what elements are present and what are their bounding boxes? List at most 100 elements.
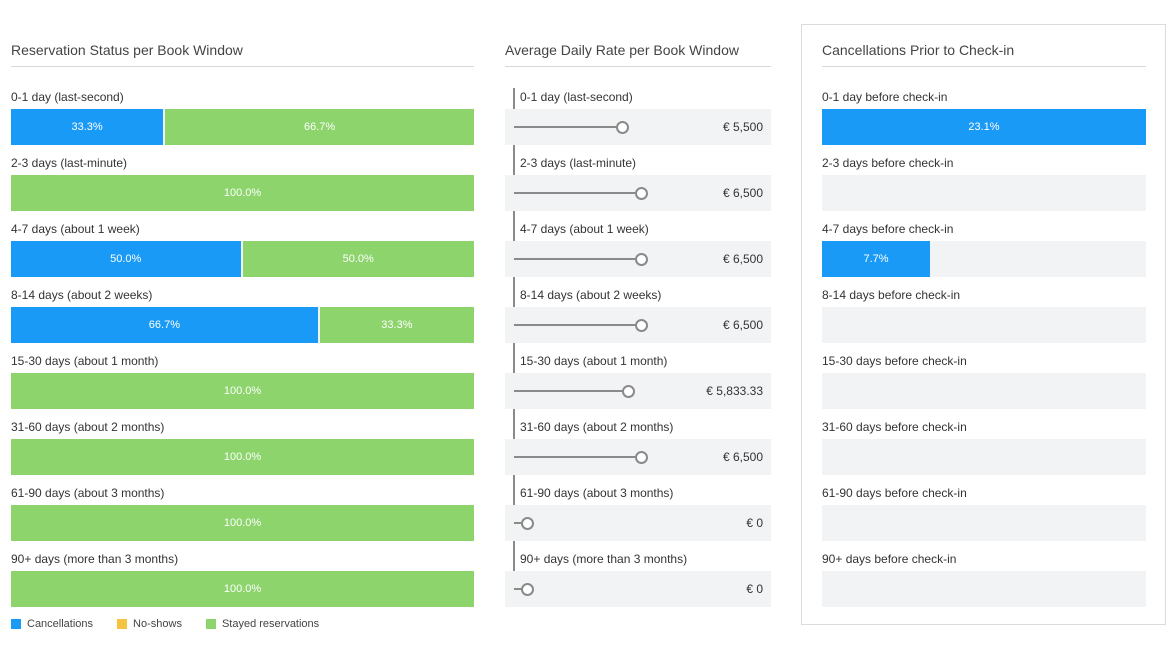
- cancellation-bar[interactable]: 23.1%: [822, 109, 1146, 145]
- status-bar-track: 50.0% 50.0%: [11, 241, 474, 277]
- bar-value-label: 50.0%: [110, 253, 142, 265]
- legend-swatch: [205, 619, 216, 629]
- rate-row-track: € 0: [505, 571, 771, 607]
- category-label: 8-14 days before check-in: [822, 288, 961, 302]
- stayed-reservations-bar[interactable]: 33.3%: [319, 307, 474, 343]
- rate-point[interactable]: [521, 517, 534, 530]
- rate-value-label: € 6,500: [722, 252, 763, 266]
- rate-value-label: € 0: [746, 582, 763, 596]
- category-label: 90+ days before check-in: [822, 552, 957, 566]
- stayed-reservations-bar[interactable]: 50.0%: [242, 241, 474, 277]
- cancellation-bar-track: 7.7%: [822, 241, 1146, 277]
- category-label: 2-3 days (last-minute): [11, 156, 128, 170]
- rate-value-label: € 0: [746, 516, 763, 530]
- status-bar-track: 100.0%: [11, 439, 474, 475]
- rate-point[interactable]: [521, 583, 534, 596]
- legend-item[interactable]: Stayed reservations: [205, 618, 320, 630]
- rate-stem: [514, 126, 621, 128]
- stayed-reservations-bar[interactable]: 100.0%: [11, 373, 474, 409]
- average-daily-rate-title: Average Daily Rate per Book Window: [505, 42, 739, 58]
- bar-value-label: 23.1%: [968, 121, 1000, 133]
- category-label: 8-14 days (about 2 weeks): [520, 288, 662, 302]
- legend-item[interactable]: Cancellations: [11, 618, 93, 630]
- category-label: 8-14 days (about 2 weeks): [11, 288, 153, 302]
- rate-stem: [514, 522, 522, 524]
- stayed-reservations-bar[interactable]: 66.7%: [165, 109, 474, 145]
- category-label: 90+ days (more than 3 months): [11, 552, 179, 566]
- status-bar-track: 100.0%: [11, 373, 474, 409]
- cancellation-bar[interactable]: 7.7%: [822, 241, 930, 277]
- legend-label: Cancellations: [27, 618, 94, 630]
- divider: [505, 66, 771, 67]
- bar-value-label: 100.0%: [223, 187, 262, 199]
- bar-value-label: 33.3%: [71, 121, 103, 133]
- category-label: 4-7 days (about 1 week): [11, 222, 140, 236]
- bar-value-label: 66.7%: [303, 121, 336, 133]
- rate-stem: [514, 456, 640, 458]
- cancellation-bar-track: [822, 307, 1146, 343]
- cancellation-bar-track: [822, 373, 1146, 409]
- rate-point[interactable]: [635, 451, 648, 464]
- stayed-reservations-bar[interactable]: 100.0%: [11, 571, 474, 607]
- rate-value-label: € 5,833.33: [706, 384, 763, 398]
- bar-value-label: 50.0%: [342, 253, 374, 265]
- stayed-reservations-bar[interactable]: 100.0%: [11, 175, 474, 211]
- category-label: 31-60 days before check-in: [822, 420, 967, 434]
- legend-swatch: [11, 619, 21, 629]
- status-bar-track: 100.0%: [11, 505, 474, 541]
- category-label: 2-3 days (last-minute): [520, 156, 637, 170]
- legend-label: Stayed reservations: [221, 618, 320, 630]
- bar-value-label: 100.0%: [223, 517, 262, 529]
- stayed-reservations-bar[interactable]: 100.0%: [11, 439, 474, 475]
- category-label: 61-90 days before check-in: [822, 486, 967, 500]
- status-bar-track: 66.7% 33.3%: [11, 307, 474, 343]
- cancellations-bar[interactable]: 66.7%: [11, 307, 318, 343]
- reservation-status-title: Reservation Status per Book Window: [11, 42, 243, 58]
- category-label: 15-30 days (about 1 month): [520, 354, 668, 368]
- category-label: 15-30 days before check-in: [822, 354, 967, 368]
- legend-swatch: [117, 619, 128, 629]
- cancellation-bar-track: [822, 439, 1146, 475]
- divider: [822, 66, 1146, 67]
- category-label: 31-60 days (about 2 months): [520, 420, 674, 434]
- rate-point[interactable]: [635, 187, 648, 200]
- rate-value-label: € 6,500: [722, 186, 763, 200]
- cancellations-bar[interactable]: 50.0%: [11, 241, 241, 277]
- rate-point[interactable]: [635, 319, 648, 332]
- divider: [11, 66, 474, 67]
- stayed-reservations-bar[interactable]: 100.0%: [11, 505, 474, 541]
- rate-value-label: € 6,500: [722, 318, 763, 332]
- category-label: 4-7 days (about 1 week): [520, 222, 649, 236]
- status-bar-track: 100.0%: [11, 571, 474, 607]
- rate-stem: [514, 192, 640, 194]
- bar-value-label: 100.0%: [223, 451, 262, 463]
- rate-stem: [514, 390, 628, 392]
- rate-stem: [514, 258, 640, 260]
- cancellations-bar[interactable]: 33.3%: [11, 109, 164, 145]
- status-bar-track: 100.0%: [11, 175, 474, 211]
- rate-point[interactable]: [635, 253, 648, 266]
- bar-value-label: 66.7%: [148, 319, 180, 331]
- rate-row-track: € 0: [505, 505, 771, 541]
- cancellation-bar-track: [822, 175, 1146, 211]
- category-label: 4-7 days before check-in: [822, 222, 954, 236]
- rate-point[interactable]: [615, 121, 629, 134]
- bar-value-label: 33.3%: [381, 319, 413, 331]
- rate-point[interactable]: [622, 385, 636, 398]
- rate-value-label: € 5,500: [722, 120, 763, 134]
- rate-stem: [514, 588, 522, 590]
- legend-item[interactable]: No-shows: [117, 618, 182, 630]
- category-label: 0-1 day (last-second): [520, 90, 633, 104]
- bar-value-label: 100.0%: [223, 385, 262, 397]
- cancellation-bar-track: [822, 571, 1146, 607]
- chart-legend: Cancellations No-shows Stayed reservations: [11, 618, 343, 630]
- category-label: 0-1 day (last-second): [11, 90, 124, 104]
- rate-stem: [514, 324, 640, 326]
- status-bar-track: 33.3% 66.7%: [11, 109, 474, 145]
- legend-label: No-shows: [133, 618, 182, 630]
- category-label: 61-90 days (about 3 months): [520, 486, 674, 500]
- category-label: 61-90 days (about 3 months): [11, 486, 165, 500]
- cancellation-bar-track: [822, 505, 1146, 541]
- category-label: 2-3 days before check-in: [822, 156, 954, 170]
- category-label: 0-1 day before check-in: [822, 90, 948, 104]
